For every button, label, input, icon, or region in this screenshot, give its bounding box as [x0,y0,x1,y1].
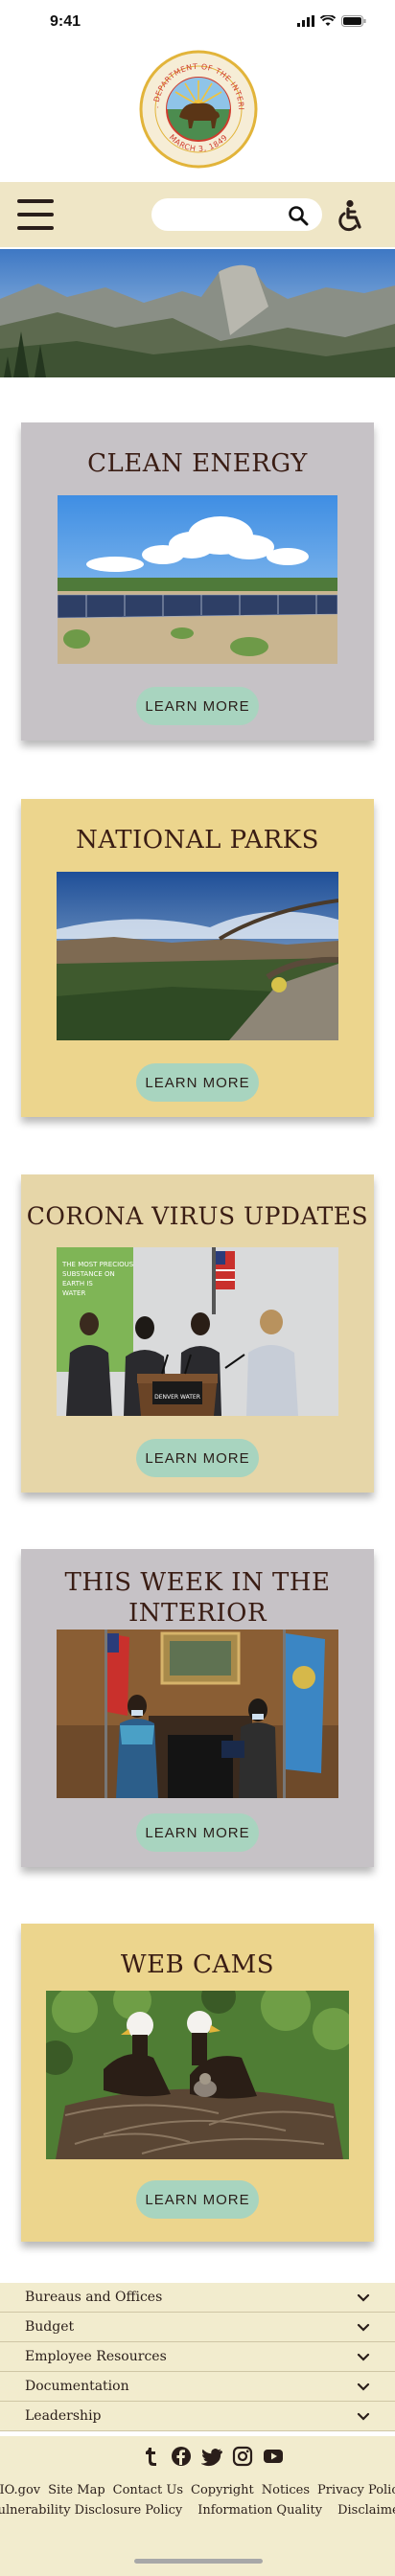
site-footer: DIO.gov Site Map Contact Us Copyright No… [0,2436,395,2576]
accordion-label: Documentation [25,2379,129,2394]
tumblr-icon[interactable] [140,2446,161,2467]
department-seal-logo[interactable]: U.S. DEPARTMENT OF THE INTERIOR MARCH 3,… [139,50,258,169]
accessibility-icon[interactable] [336,199,366,232]
footer-link-privacy-policy[interactable]: Privacy Policy [317,2483,395,2497]
footer-link-notices[interactable]: Notices [262,2483,310,2497]
press-conference-image: THE MOST PRECIOUS SUBSTANCE ON EARTH IS … [57,1247,338,1416]
wifi-icon [320,15,336,26]
hero-banner-image [0,249,395,377]
interior-meeting-image [57,1630,338,1798]
status-bar: 9:41 [0,0,395,42]
chevron-down-icon[interactable] [357,2321,370,2335]
twitter-icon[interactable] [200,2446,223,2467]
national-park-canyon-image [57,872,338,1040]
footer-link-site-map[interactable]: Site Map [48,2483,105,2497]
banner-text-1: THE MOST PRECIOUS [61,1261,134,1268]
card-clean-energy: CLEAN ENERGY LEARN MORE [21,422,374,741]
signal-icon [297,15,314,27]
learn-more-button[interactable]: LEARN MORE [136,687,259,725]
accordion-item-leadership[interactable]: Leadership [0,2402,395,2431]
card-national-parks: NATIONAL PARKS LEARN MORE [21,799,374,1117]
footer-link-disclaimer[interactable]: Disclaimer [337,2503,395,2518]
card-web-cams: WEB CAMS LEARN MORE [21,1924,374,2242]
learn-more-button[interactable]: LEARN MORE [136,1063,259,1102]
accordion-item-budget[interactable]: Budget [0,2313,395,2342]
accordion-label: Employee Resources [25,2349,167,2364]
card-title-line-2: INTERIOR [128,1599,267,1628]
facebook-icon[interactable] [171,2446,192,2467]
battery-icon [341,15,366,27]
learn-more-button[interactable]: LEARN MORE [136,1813,259,1852]
accordion-label: Leadership [25,2408,102,2424]
card-title: NATIONAL PARKS [76,826,319,855]
accordion-item-employee-resources[interactable]: Employee Resources [0,2342,395,2372]
footer-link-copyright[interactable]: Copyright [191,2483,254,2497]
chevron-down-icon[interactable] [357,2410,370,2424]
banner-text-2: SUBSTANCE ON [62,1270,115,1278]
status-time: 9:41 [50,13,81,30]
top-navigation-bar [0,182,395,247]
card-title: WEB CAMS [120,1950,275,1979]
chevron-down-icon[interactable] [357,2291,370,2305]
footer-link-contact-us[interactable]: Contact Us [113,2483,183,2497]
footer-link-dio-gov[interactable]: DIO.gov [0,2483,40,2497]
status-icons [297,15,366,27]
instagram-icon[interactable] [232,2446,253,2467]
card-this-week-in-the-interior: THIS WEEK IN THE INTERIOR LEARN MORE [21,1549,374,1867]
card-corona-virus-updates: CORONA VIRUS UPDATES THE MOST PRECIOUS S… [21,1174,374,1493]
accordion-label: Bureaus and Offices [25,2290,163,2305]
hamburger-icon[interactable] [17,199,54,230]
accordion-item-bureaus-and-offices[interactable]: Bureaus and Offices [0,2283,395,2313]
banner-text-4: WATER [62,1289,85,1297]
footer-links-row-1: DIO.gov Site Map Contact Us Copyright No… [0,2483,395,2497]
accordion-label: Budget [25,2319,75,2335]
card-title: CORONA VIRUS UPDATES [26,1202,369,1230]
social-links [140,2446,284,2467]
podium-text: DENVER WATER [154,1394,200,1401]
search-icon[interactable] [288,205,309,226]
eagle-nest-webcam-image [46,1991,349,2159]
accordion-item-documentation[interactable]: Documentation [0,2372,395,2402]
learn-more-button[interactable]: LEARN MORE [136,2180,259,2219]
footer-link-vulnerability-disclosure-policy[interactable]: Vulnerability Disclosure Policy [0,2503,182,2518]
card-title-line-1: THIS WEEK IN THE [64,1568,331,1597]
chevron-down-icon[interactable] [357,2351,370,2364]
card-title: CLEAN ENERGY [87,449,308,478]
youtube-icon[interactable] [263,2446,284,2467]
banner-text-3: EARTH IS [62,1280,93,1288]
chevron-down-icon[interactable] [357,2381,370,2394]
footer-accordion: Bureaus and Offices Budget Employee Reso… [0,2283,395,2431]
learn-more-button[interactable]: LEARN MORE [136,1439,259,1477]
footer-links-row-2: Vulnerability Disclosure Policy Informat… [0,2503,395,2518]
home-indicator[interactable] [134,2559,263,2564]
footer-link-information-quality[interactable]: Information Quality [198,2503,322,2518]
solar-panels-image [58,495,337,664]
